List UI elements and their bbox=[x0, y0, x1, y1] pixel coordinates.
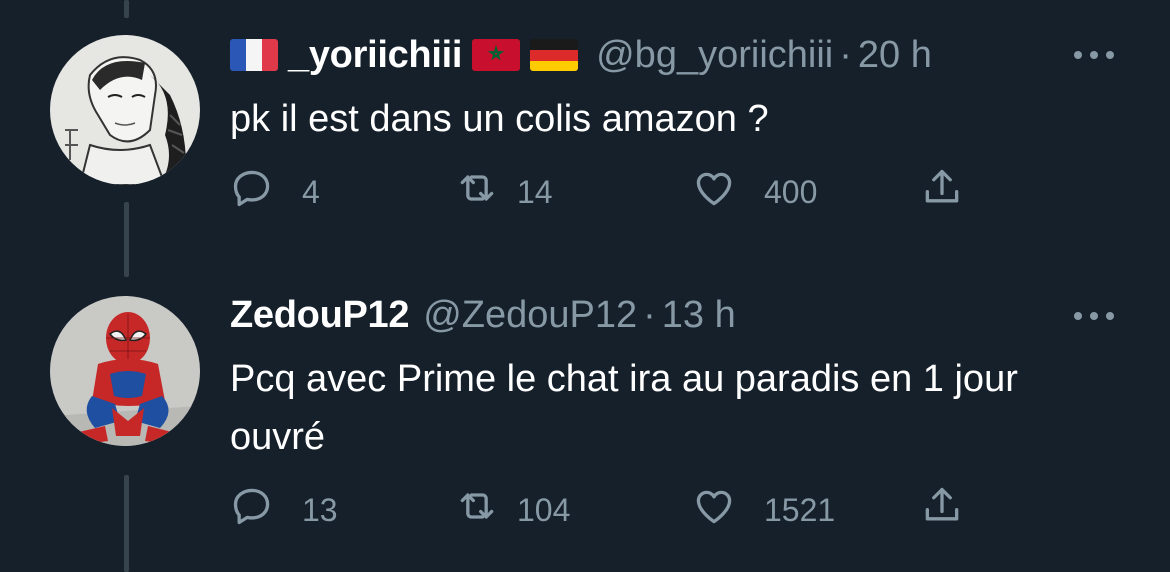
more-icon[interactable] bbox=[1074, 45, 1114, 65]
reply-icon bbox=[230, 484, 274, 536]
retweet-button[interactable]: 14 bbox=[455, 167, 553, 217]
like-count: 400 bbox=[764, 173, 818, 210]
share-icon bbox=[920, 484, 964, 536]
tweet-text: pk il est dans un colis amazon ? bbox=[230, 98, 769, 140]
share-button[interactable] bbox=[920, 485, 964, 535]
reply-count: 4 bbox=[302, 173, 320, 210]
tweet-text: Pcq avec Prime le chat ira au paradis en… bbox=[230, 358, 1018, 458]
share-button[interactable] bbox=[920, 167, 964, 217]
avatar[interactable] bbox=[50, 35, 200, 185]
like-icon bbox=[692, 166, 736, 218]
france-flag-icon bbox=[230, 39, 278, 71]
separator: · bbox=[839, 33, 852, 76]
retweet-icon bbox=[455, 166, 499, 218]
tweet-1[interactable]: _yoriichiii @bg_yoriichiii · 20 h pk il … bbox=[0, 0, 1170, 250]
tweet-actions: 4 14 400 bbox=[230, 167, 990, 217]
like-icon bbox=[692, 484, 736, 536]
tweet-actions: 13 104 1521 bbox=[230, 485, 990, 535]
more-icon[interactable] bbox=[1074, 306, 1114, 326]
germany-flag-icon bbox=[530, 39, 579, 71]
tweet-header: ZedouP12 @ZedouP12 · 13 h bbox=[230, 290, 736, 340]
timestamp[interactable]: 20 h bbox=[858, 34, 932, 77]
retweet-button[interactable]: 104 bbox=[455, 485, 570, 535]
like-count: 1521 bbox=[764, 491, 836, 528]
reply-count: 13 bbox=[302, 491, 338, 528]
avatar[interactable] bbox=[50, 296, 200, 446]
share-icon bbox=[920, 166, 964, 218]
reply-button[interactable]: 4 bbox=[230, 167, 320, 217]
reply-button[interactable]: 13 bbox=[230, 485, 338, 535]
timestamp[interactable]: 13 h bbox=[662, 294, 736, 337]
like-button[interactable]: 1521 bbox=[692, 485, 835, 535]
retweet-count: 14 bbox=[517, 173, 553, 210]
separator: · bbox=[643, 293, 656, 336]
handle[interactable]: @ZedouP12 bbox=[423, 294, 637, 337]
display-name[interactable]: _yoriichiii bbox=[288, 34, 462, 77]
handle[interactable]: @bg_yoriichiii bbox=[596, 34, 833, 77]
retweet-icon bbox=[455, 484, 499, 536]
retweet-count: 104 bbox=[517, 491, 571, 528]
tweet-2[interactable]: ZedouP12 @ZedouP12 · 13 h Pcq avec Prime… bbox=[0, 278, 1170, 572]
display-name[interactable]: ZedouP12 bbox=[230, 294, 410, 337]
like-button[interactable]: 400 bbox=[692, 167, 817, 217]
reply-icon bbox=[230, 166, 274, 218]
tweet-header: _yoriichiii @bg_yoriichiii · 20 h bbox=[230, 30, 932, 80]
morocco-flag-icon bbox=[472, 39, 521, 71]
